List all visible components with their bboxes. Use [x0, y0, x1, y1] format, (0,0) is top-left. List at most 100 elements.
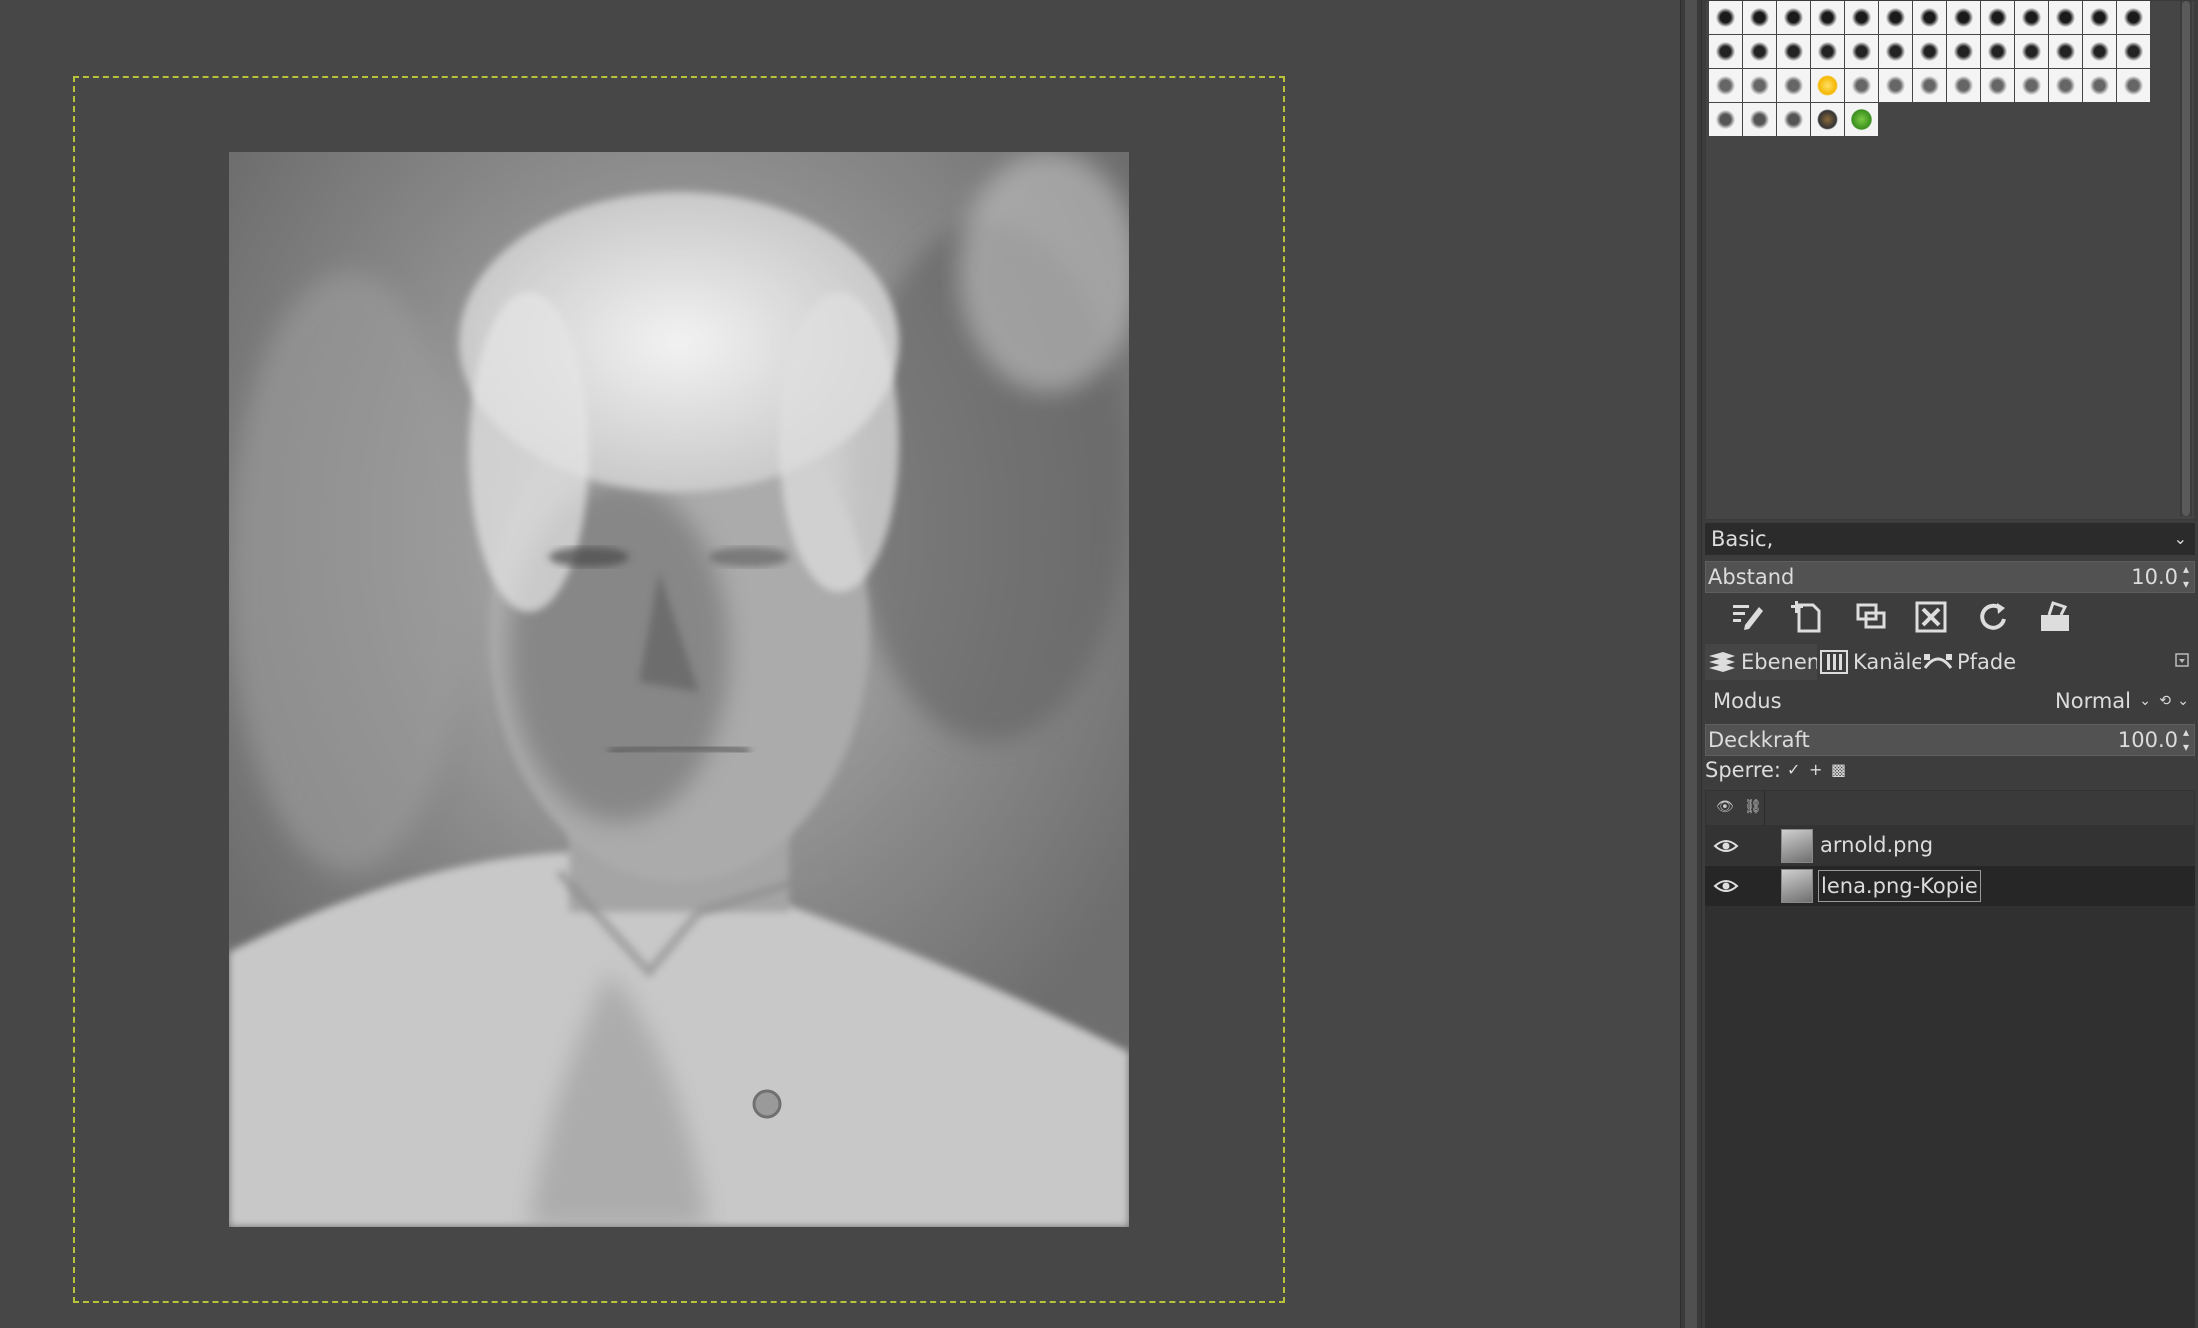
- chevron-down-icon[interactable]: ⌄: [2177, 682, 2189, 720]
- spacing-spinner[interactable]: ▴ ▾: [2180, 562, 2192, 592]
- opacity-label: Deckkraft: [1708, 728, 1810, 752]
- brush-thumbnail[interactable]: [1743, 103, 1776, 136]
- brush-shape: [1987, 41, 2008, 62]
- brush-thumbnail[interactable]: [1845, 69, 1878, 102]
- brush-thumbnail[interactable]: [1879, 35, 1912, 68]
- brush-thumbnail[interactable]: [1981, 1, 2014, 34]
- spacing-slider[interactable]: Abstand 10.0 ▴ ▾: [1705, 561, 2195, 593]
- brush-thumbnail[interactable]: [1811, 1, 1844, 34]
- brush-thumbnail[interactable]: [1709, 1, 1742, 34]
- brush-thumbnail[interactable]: [2015, 1, 2048, 34]
- brush-thumbnail[interactable]: [1981, 35, 2014, 68]
- brush-preset-select[interactable]: Basic, ⌄: [1705, 523, 2195, 555]
- layer-list[interactable]: arnold.png lena.png-Kopie: [1705, 826, 2195, 1328]
- brush-thumbnail[interactable]: [1879, 1, 1912, 34]
- brush-thumbnail[interactable]: [2049, 69, 2082, 102]
- brush-shape: [1817, 7, 1838, 28]
- tab-channels[interactable]: Kanäle: [1817, 644, 1931, 680]
- brush-thumbnail[interactable]: [1709, 103, 1742, 136]
- brush-scrollbar[interactable]: [2180, 1, 2192, 516]
- brush-thumbnail[interactable]: [2117, 1, 2150, 34]
- opacity-slider[interactable]: Deckkraft 100.0 ▴ ▾: [1705, 724, 2195, 756]
- brush-shape: [1987, 7, 2008, 28]
- mode-select[interactable]: Normal: [2055, 682, 2131, 720]
- brush-thumbnail[interactable]: [1913, 35, 1946, 68]
- brush-shape: [2055, 75, 2076, 96]
- eye-icon[interactable]: [1713, 876, 1739, 896]
- brush-thumbnail[interactable]: [1811, 103, 1844, 136]
- delete-brush-button[interactable]: [1909, 595, 1953, 637]
- brush-thumbnail[interactable]: [1947, 1, 1980, 34]
- brush-thumbnail[interactable]: [1743, 1, 1776, 34]
- brush-thumbnail[interactable]: [1811, 35, 1844, 68]
- brush-thumbnail[interactable]: [2049, 1, 2082, 34]
- chevron-down-icon: ⌄: [2173, 529, 2187, 548]
- lock-pixels-icon[interactable]: ✓: [1787, 755, 1800, 785]
- image-canvas[interactable]: [0, 0, 1680, 1328]
- mode-label: Modus: [1713, 689, 1782, 713]
- layer-name[interactable]: arnold.png: [1818, 830, 1935, 862]
- brush-thumbnail[interactable]: [1709, 35, 1742, 68]
- brush-thumbnail[interactable]: [2083, 35, 2116, 68]
- brush-shape: [2021, 75, 2042, 96]
- visibility-column-icon[interactable]: 👁: [1716, 799, 1734, 815]
- brush-shape: [2021, 41, 2042, 62]
- lock-alpha-icon[interactable]: ▩: [1831, 755, 1846, 785]
- brush-grid[interactable]: [1709, 1, 2152, 136]
- brush-thumbnail[interactable]: [1777, 1, 1810, 34]
- dock-divider[interactable]: [1680, 0, 1702, 1328]
- opacity-spinner[interactable]: ▴ ▾: [2180, 725, 2192, 755]
- tab-layers[interactable]: Ebenen: [1705, 644, 1827, 680]
- brush-shape: [2021, 7, 2042, 28]
- brush-thumbnail[interactable]: [2083, 1, 2116, 34]
- brush-thumbnail[interactable]: [1947, 35, 1980, 68]
- brush-shape: [1783, 109, 1804, 130]
- brush-thumbnail[interactable]: [1947, 69, 1980, 102]
- new-brush-button[interactable]: [1787, 595, 1831, 637]
- layer-name[interactable]: lena.png-Kopie: [1818, 870, 1981, 902]
- chain-column-icon[interactable]: ⛓: [1744, 799, 1762, 815]
- divider-grip[interactable]: [1685, 0, 1697, 1328]
- tab-menu-icon[interactable]: [2175, 653, 2189, 667]
- brush-thumbnail[interactable]: [1913, 1, 1946, 34]
- brush-thumbnail[interactable]: [2117, 35, 2150, 68]
- brush-shape: [1783, 7, 1804, 28]
- layer-row-arnold[interactable]: arnold.png: [1705, 826, 2195, 866]
- brush-thumbnail[interactable]: [1913, 69, 1946, 102]
- chevron-down-icon[interactable]: ⌄: [2139, 682, 2151, 720]
- brush-thumbnail[interactable]: [1777, 69, 1810, 102]
- brush-thumbnail[interactable]: [1709, 69, 1742, 102]
- edit-brush-button[interactable]: [1725, 595, 1769, 637]
- brush-shape: [1817, 41, 1838, 62]
- lock-position-icon[interactable]: +: [1809, 755, 1822, 785]
- brush-thumbnail[interactable]: [1743, 69, 1776, 102]
- reset-mode-icon[interactable]: ⟲: [2159, 682, 2171, 720]
- brush-shape: [1817, 75, 1838, 96]
- eye-icon[interactable]: [1713, 836, 1739, 856]
- brush-thumbnail[interactable]: [1981, 69, 2014, 102]
- refresh-brushes-button[interactable]: [1971, 595, 2015, 637]
- brush-thumbnail[interactable]: [2015, 69, 2048, 102]
- brush-thumbnail[interactable]: [1811, 69, 1844, 102]
- paths-icon: [1923, 654, 1953, 669]
- brush-thumbnail[interactable]: [1777, 35, 1810, 68]
- brush-thumbnail[interactable]: [2015, 35, 2048, 68]
- brush-thumbnail[interactable]: [1777, 103, 1810, 136]
- duplicate-brush-button[interactable]: [1849, 595, 1893, 637]
- tab-paths[interactable]: Pfade: [1921, 644, 2023, 680]
- brush-scrollbar-thumb[interactable]: [2182, 1, 2190, 516]
- brush-thumbnail[interactable]: [1845, 103, 1878, 136]
- brush-thumbnail[interactable]: [1743, 35, 1776, 68]
- brush-thumbnail[interactable]: [2083, 69, 2116, 102]
- brush-thumbnail[interactable]: [2049, 35, 2082, 68]
- mode-row[interactable]: Modus Normal ⌄ ⟲ ⌄: [1705, 682, 2195, 720]
- open-brush-folder-button[interactable]: [2033, 595, 2077, 637]
- brush-thumbnail[interactable]: [1845, 35, 1878, 68]
- layer-row-lena[interactable]: lena.png-Kopie: [1705, 866, 2195, 906]
- brush-thumbnail[interactable]: [1879, 69, 1912, 102]
- image-content[interactable]: [229, 152, 1129, 1227]
- brush-shape: [1783, 75, 1804, 96]
- brush-thumbnail[interactable]: [2117, 69, 2150, 102]
- brush-thumbnail[interactable]: [1845, 1, 1878, 34]
- layer-thumbnail: [1781, 869, 1813, 903]
